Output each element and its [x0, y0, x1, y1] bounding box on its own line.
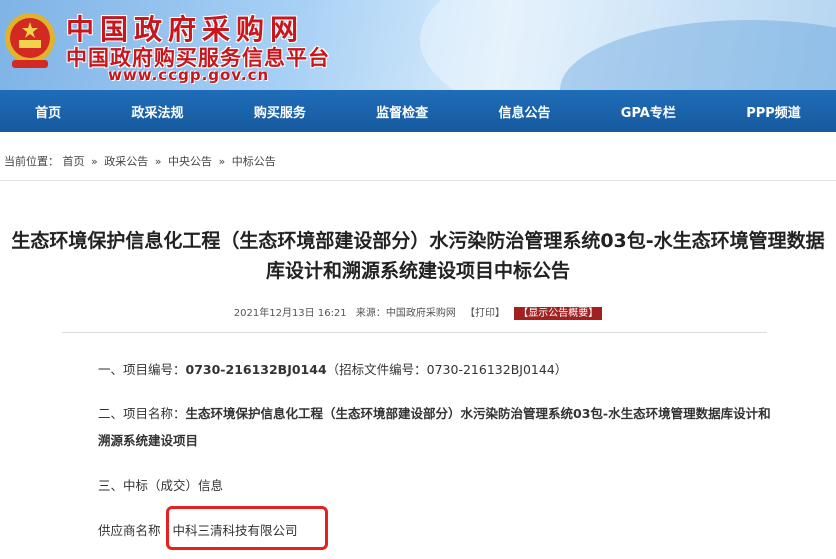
- site-banner: 中国政府采购网 中国政府购买服务信息平台 www.ccgp.gov.cn: [0, 0, 836, 90]
- nav-item-home[interactable]: 首页: [29, 102, 67, 121]
- section2-label: 二、项目名称：: [98, 406, 186, 421]
- project-name: 生态环境保护信息化工程（生态环境部建设部分）水污染防治管理系统03包-水生态环境…: [98, 406, 771, 448]
- article-meta: 2021年12月13日 16:21 来源：中国政府采购网 【打印】 【显示公告概…: [0, 304, 836, 320]
- project-number-row: 一、项目编号：0730-216132BJ0144（招标文件编号：0730-216…: [98, 356, 567, 383]
- article-title: 生态环境保护信息化工程（生态环境部建设部分）水污染防治管理系统03包-水生态环境…: [11, 230, 825, 282]
- supplier-label: 供应商名称: [98, 523, 161, 538]
- section1-label: 一、项目编号：: [98, 362, 186, 377]
- breadcrumb-prefix: 当前位置：: [4, 155, 59, 168]
- nav-item-purchase-services[interactable]: 购买服务: [248, 102, 312, 121]
- divider: [62, 332, 767, 333]
- main-nav: 首页 政采法规 购买服务 监督检查 信息公告 GPA专栏 PPP频道: [0, 90, 836, 132]
- nav-item-ppp[interactable]: PPP频道: [740, 102, 807, 121]
- show-summary-button[interactable]: 【显示公告概要】: [514, 307, 603, 320]
- project-number: 0730-216132BJ0144: [185, 362, 327, 377]
- breadcrumb-separator: »: [91, 155, 98, 168]
- breadcrumb-procurement-notices[interactable]: 政采公告: [104, 155, 148, 168]
- article-source: 来源：中国政府采购网: [355, 308, 456, 319]
- nav-item-gpa[interactable]: GPA专栏: [615, 102, 682, 121]
- nav-item-regulations[interactable]: 政采法规: [125, 102, 189, 121]
- breadcrumb-award-notices[interactable]: 中标公告: [232, 155, 276, 168]
- breadcrumb-central-notices[interactable]: 中央公告: [168, 155, 212, 168]
- print-link[interactable]: 【打印】: [465, 308, 505, 319]
- supplier-highlight-box: [166, 506, 328, 550]
- breadcrumb: 当前位置： 首页 » 政采公告 » 中央公告 » 中标公告: [4, 153, 276, 169]
- breadcrumb-home[interactable]: 首页: [63, 155, 85, 168]
- award-info-heading: 三、中标（成交）信息: [98, 478, 224, 493]
- project-name-row: 二、项目名称：生态环境保护信息化工程（生态环境部建设部分）水污染防治管理系统03…: [98, 400, 778, 454]
- nav-item-supervision[interactable]: 监督检查: [370, 102, 434, 121]
- publish-date: 2021年12月13日 16:21: [233, 308, 347, 319]
- breadcrumb-separator: »: [218, 155, 226, 168]
- site-url: www.ccgp.gov.cn: [108, 66, 270, 84]
- tender-file-number: （招标文件编号：0730-216132BJ0144）: [326, 362, 568, 377]
- national-emblem-icon: [5, 13, 55, 68]
- breadcrumb-separator: »: [154, 155, 162, 168]
- nav-item-announcements[interactable]: 信息公告: [492, 102, 556, 121]
